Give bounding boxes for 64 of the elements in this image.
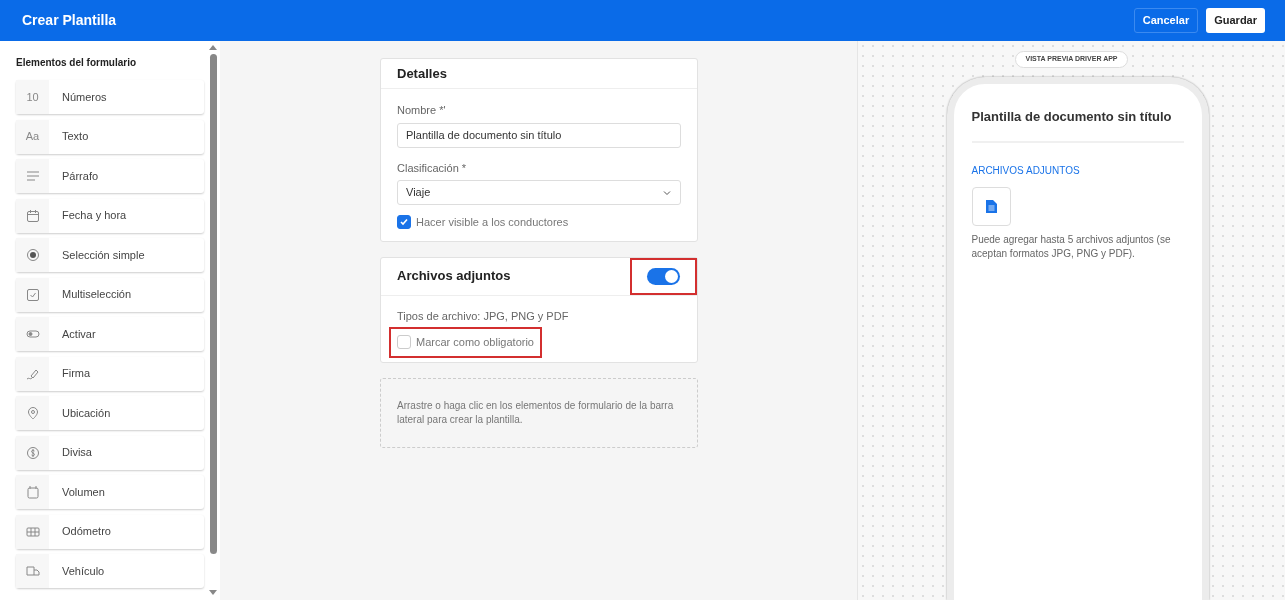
checkbox-icon <box>25 287 40 302</box>
form-element-item[interactable]: Fecha y hora <box>16 198 204 233</box>
dollar-icon <box>25 445 40 460</box>
cancel-button[interactable]: Cancelar <box>1133 8 1199 33</box>
form-element-item[interactable]: Selección simple <box>16 238 204 272</box>
form-element-item[interactable]: 10 Números <box>16 80 204 114</box>
file-types-text: Tipos de archivo: JPG, PNG y PDF <box>397 308 569 324</box>
item-label: Selección simple <box>61 247 145 263</box>
page-title: Crear Plantilla <box>22 11 117 30</box>
field-type-icon: 10 <box>26 88 39 106</box>
card-title: Archivos adjuntos <box>397 267 511 286</box>
item-label: Vehículo <box>61 563 105 579</box>
drop-zone-hint: Arrastre o haga clic en los elementos de formulario de la barra lateral para crear la plantilla. <box>397 398 675 427</box>
field-label: Clasificación * <box>397 160 468 176</box>
checkbox-label: Hacer visible a los conductores <box>416 215 569 230</box>
location-pin-icon <box>25 406 40 420</box>
name-input[interactable]: Plantilla de documento sin título <box>397 122 681 148</box>
card-title: Detalles <box>381 59 697 89</box>
drop-zone[interactable]: Arrastre o haga clic en los elementos de formulario de la barra lateral para crear la plantilla. <box>380 377 698 448</box>
item-label: Multiselección <box>61 287 132 303</box>
form-element-item[interactable]: Vehículo <box>16 554 204 588</box>
item-label: Texto <box>61 129 89 145</box>
attachment-slot[interactable] <box>971 186 1011 226</box>
field-type-icon: Aa <box>25 128 40 145</box>
form-element-item[interactable]: Aa Texto <box>16 119 204 154</box>
container-icon <box>25 485 40 499</box>
toggle-switch[interactable] <box>647 267 680 285</box>
item-label: Números <box>61 89 107 105</box>
form-element-item[interactable]: Volumen <box>16 475 204 509</box>
checkmark-icon <box>399 217 409 228</box>
item-label: Activar <box>61 326 96 342</box>
checkbox[interactable] <box>397 215 411 230</box>
form-element-item[interactable]: Odómetro <box>16 514 204 549</box>
sidebar-title: Elementos del formulario <box>16 56 138 70</box>
form-element-item[interactable]: Activar <box>16 317 204 351</box>
section-heading: ARCHIVOS ADJUNTOS <box>971 163 1081 178</box>
item-label: Fecha y hora <box>61 208 127 224</box>
item-label: Párrafo <box>61 168 99 184</box>
item-label: Divisa <box>61 445 92 461</box>
odometer-icon <box>25 524 40 539</box>
save-button[interactable]: Guardar <box>1206 8 1265 33</box>
item-label: Odómetro <box>61 524 111 540</box>
classification-select[interactable]: Viaje <box>397 180 681 205</box>
calendar-icon <box>25 208 40 223</box>
form-element-item[interactable]: Párrafo <box>16 159 204 193</box>
preview-title: Plantilla de documento sin título <box>971 107 1184 143</box>
toggle-icon <box>25 327 40 341</box>
form-element-item[interactable]: Firma <box>16 356 204 391</box>
vehicle-icon <box>25 564 40 578</box>
checkbox-label: Marcar como obligatorio <box>416 335 534 350</box>
item-label: Volumen <box>61 484 105 500</box>
checkbox[interactable] <box>397 335 411 350</box>
item-label: Ubicación <box>61 405 111 421</box>
form-element-item[interactable]: Multiselección <box>16 277 204 312</box>
radio-icon <box>25 248 40 262</box>
form-element-item[interactable]: Divisa <box>16 435 204 470</box>
document-icon <box>985 199 997 213</box>
field-label: Nombre *' <box>397 103 447 118</box>
lines-icon <box>25 169 40 183</box>
scroll-down-arrow-icon[interactable] <box>209 590 217 595</box>
form-element-item[interactable]: Ubicación <box>16 396 204 430</box>
attachment-note: Puede agregar hasta 5 archivos adjuntos (se aceptan formatos JPG, PNG y PDF). <box>971 232 1172 261</box>
item-label: Firma <box>61 366 91 382</box>
scroll-up-arrow-icon[interactable] <box>209 45 217 50</box>
